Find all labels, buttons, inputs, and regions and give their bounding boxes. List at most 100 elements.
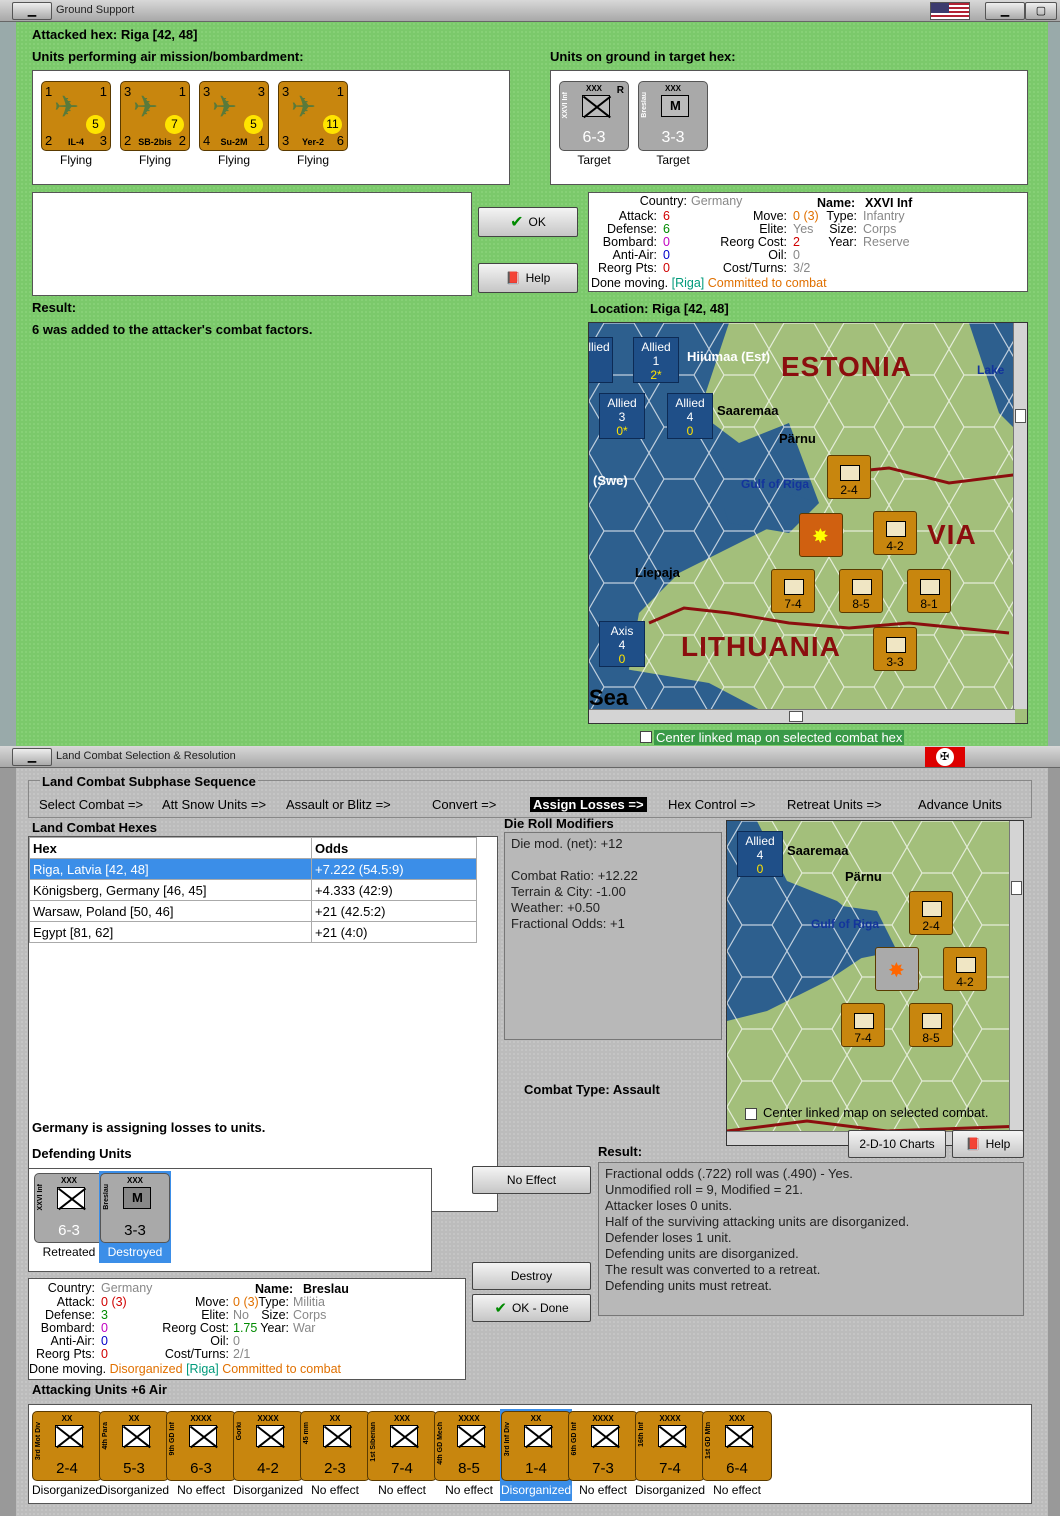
- attacker-unit-3rd-mot-div[interactable]: XX 3rd Mot Div 2-4 Disorganized: [31, 1409, 103, 1501]
- bottom-titlebar[interactable]: ▁ Land Combat Selection & Resolution ✠: [0, 746, 1060, 768]
- country-key: Country:: [639, 194, 687, 208]
- ok-done-button[interactable]: ✔ OK - Done: [472, 1294, 591, 1322]
- no-effect-button[interactable]: No Effect: [472, 1166, 591, 1194]
- table-row[interactable]: Warsaw, Poland [50, 46] +21 (42.5:2): [29, 900, 477, 922]
- attacker-unit-45-mm[interactable]: XX 45 mm 2-3 No effect: [299, 1409, 371, 1501]
- step-advance-units[interactable]: Advance Units: [918, 797, 1002, 812]
- map-counter[interactable]: 2-4: [909, 891, 953, 935]
- map-box-allied-1[interactable]: Allied 1 2*: [633, 337, 679, 383]
- gulf-of-riga-label: Gulf of Riga: [811, 917, 879, 931]
- table-row[interactable]: Riga, Latvia [42, 48] +7.222 (54.5:9): [29, 858, 477, 880]
- map-vertical-scrollbar[interactable]: [1009, 821, 1023, 1133]
- result-line: Defending units are disorganized.: [605, 1246, 799, 1261]
- drm-panel: Die mod. (net): +12 Combat Ratio: +12.22…: [504, 832, 722, 1040]
- step-select-combat[interactable]: Select Combat =>: [39, 797, 143, 812]
- map-counter[interactable]: 8-1: [907, 569, 951, 613]
- map-box-allied-4[interactable]: Allied 4 0: [737, 831, 783, 877]
- map-counter[interactable]: 4-2: [943, 947, 987, 991]
- unit-symbol-icon: [189, 1425, 217, 1447]
- ok-button[interactable]: ✔ OK: [478, 207, 578, 237]
- step-att-snow[interactable]: Att Snow Units =>: [162, 797, 266, 812]
- scroll-thumb[interactable]: [1011, 881, 1022, 895]
- charts-button[interactable]: 2-D-10 Charts: [848, 1130, 946, 1158]
- air-unit-su-2m[interactable]: 3 3 4 1 ✈ 5 Su-2M Flying: [198, 79, 270, 171]
- unit-strength: 1-4: [525, 1460, 547, 1477]
- map-counter[interactable]: 8-5: [839, 569, 883, 613]
- unit-symbol-icon: [658, 1425, 686, 1447]
- unit-strength: 2-3: [324, 1460, 346, 1477]
- scroll-thumb[interactable]: [789, 711, 803, 722]
- map-counter[interactable]: 8-5: [909, 1003, 953, 1047]
- minimize-button[interactable]: ▁: [985, 2, 1025, 20]
- air-unit-yer-2[interactable]: 3 1 3 6 ✈ 11 Yer-2 Flying: [277, 79, 349, 171]
- table-row[interactable]: Königsberg, Germany [46, 45] +4.333 (42:9…: [29, 879, 477, 901]
- map-box-allied-0[interactable]: Allied: [589, 337, 613, 383]
- map-box-allied-3[interactable]: Allied 3 0*: [599, 393, 645, 439]
- map-counter[interactable]: 4-2: [873, 511, 917, 555]
- map-counter[interactable]: 2-4: [827, 455, 871, 499]
- attacker-unit-3rd-inf-div[interactable]: XX 3rd Inf Div 1-4 Disorganized: [500, 1409, 572, 1501]
- map-box-allied-4[interactable]: Allied 4 0: [667, 393, 713, 439]
- defender-unit-breslau[interactable]: XXX Breslau M 3-3 Destroyed: [99, 1171, 171, 1263]
- box-value: 0: [618, 652, 626, 666]
- country-value: Germany: [101, 1281, 153, 1295]
- ground-unit-breslau[interactable]: XXX Breslau M 3-3 Target: [637, 79, 709, 171]
- step-assault-blitz[interactable]: Assault or Blitz =>: [286, 797, 391, 812]
- reorg-pts-key: Reorg Pts:: [597, 261, 657, 275]
- combat-hex-counter[interactable]: ✸: [799, 513, 843, 557]
- center-linked-combat-checkbox[interactable]: [745, 1108, 757, 1120]
- ground-unit-xxvi-inf[interactable]: XXX R XXVI Inf 6-3 Target: [558, 79, 630, 171]
- map-counter[interactable]: 3-3: [873, 627, 917, 671]
- attacker-unit-4th-gd-mech[interactable]: XXXX 4th GD Mech 8-5 No effect: [433, 1409, 505, 1501]
- attacker-unit-1st-siberian[interactable]: XXX 1st Siberian 7-4 No effect: [366, 1409, 438, 1501]
- unit-status: No effect: [177, 1483, 225, 1497]
- system-menu-button[interactable]: ▁: [12, 2, 52, 20]
- map-counter[interactable]: 7-4: [841, 1003, 885, 1047]
- defender-unit-xxvi-inf[interactable]: XXX XXVI Inf 6-3 Retreated: [33, 1171, 105, 1263]
- infantry-symbol-icon: [582, 95, 610, 117]
- attacker-unit-6th-gd-inf[interactable]: XXXX 6th GD Inf 7-3 No effect: [567, 1409, 639, 1501]
- destroy-button[interactable]: Destroy: [472, 1262, 591, 1290]
- box-value: 0: [756, 862, 764, 876]
- range-badge: 7: [165, 115, 184, 134]
- center-linked-checkbox[interactable]: [640, 731, 652, 743]
- unit-status: Disorganized: [635, 1483, 706, 1497]
- linked-map-top[interactable]: Allied Allied12* Allied30* Allied40 Axis…: [588, 322, 1028, 724]
- step-convert[interactable]: Convert =>: [432, 797, 496, 812]
- col-hex[interactable]: Hex: [29, 837, 312, 859]
- air-unit-il-4[interactable]: 1 1 2 3 ✈ 5 IL-4 Flying: [40, 79, 112, 171]
- unit-symbol-icon: [922, 1013, 942, 1029]
- col-odds[interactable]: Odds: [311, 837, 477, 859]
- map-vertical-scrollbar[interactable]: [1013, 323, 1027, 709]
- combat-hexes-label: Land Combat Hexes: [32, 820, 157, 835]
- echelon-mark: XXXX: [659, 1414, 681, 1423]
- echelon-mark: XXX: [126, 1176, 143, 1185]
- top-titlebar[interactable]: ▁ Ground Support ▁ ▢: [0, 0, 1060, 22]
- help-button[interactable]: 📕 Help: [952, 1130, 1024, 1158]
- step-retreat-units[interactable]: Retreat Units =>: [787, 797, 882, 812]
- system-menu-button[interactable]: ▁: [12, 748, 52, 766]
- attacker-unit-9th-gd-inf[interactable]: XXXX 9th GD Inf 6-3 No effect: [165, 1409, 237, 1501]
- hex-cell: Riga, Latvia [42, 48]: [29, 858, 312, 880]
- parnu-label: Pärnu: [845, 869, 882, 884]
- scroll-thumb[interactable]: [1015, 409, 1026, 423]
- attacker-unit-16th-inf[interactable]: XXXX 16th Inf 7-4 Disorganized: [634, 1409, 706, 1501]
- help-button[interactable]: 📕 Help: [478, 263, 578, 293]
- air-unit-sb-2bis[interactable]: 3 1 2 2 ✈ 7 SB-2bis Flying: [119, 79, 191, 171]
- table-row[interactable]: Egypt [81, 62] +21 (4:0): [29, 921, 477, 943]
- step-hex-control[interactable]: Hex Control =>: [668, 797, 755, 812]
- counter-strength: 4-2: [886, 539, 904, 553]
- combat-hex-counter[interactable]: ✸: [875, 947, 919, 991]
- step-assign-losses[interactable]: Assign Losses =>: [530, 797, 647, 812]
- move-max-value: (3): [243, 1295, 259, 1309]
- attacker-unit-gorki[interactable]: XXXX Gorki 4-2 Disorganized: [232, 1409, 304, 1501]
- map-horizontal-scrollbar[interactable]: [589, 709, 1015, 723]
- attacker-unit-1st-gd-mtn[interactable]: XXX 1st GD Mtn 6-4 No effect: [701, 1409, 773, 1501]
- attacker-unit-4th-para[interactable]: XX 4th Para 5-3 Disorganized: [98, 1409, 170, 1501]
- maximize-button[interactable]: ▢: [1025, 2, 1057, 20]
- echelon-mark: XX: [128, 1414, 140, 1423]
- map-box-axis-4[interactable]: Axis 4 0: [599, 621, 645, 667]
- linked-map-bottom[interactable]: Allied 4 0 Saaremaa Pärnu Gulf of Riga 2-4…: [726, 820, 1024, 1146]
- map-counter[interactable]: 7-4: [771, 569, 815, 613]
- unit-symbol-icon: [886, 521, 906, 537]
